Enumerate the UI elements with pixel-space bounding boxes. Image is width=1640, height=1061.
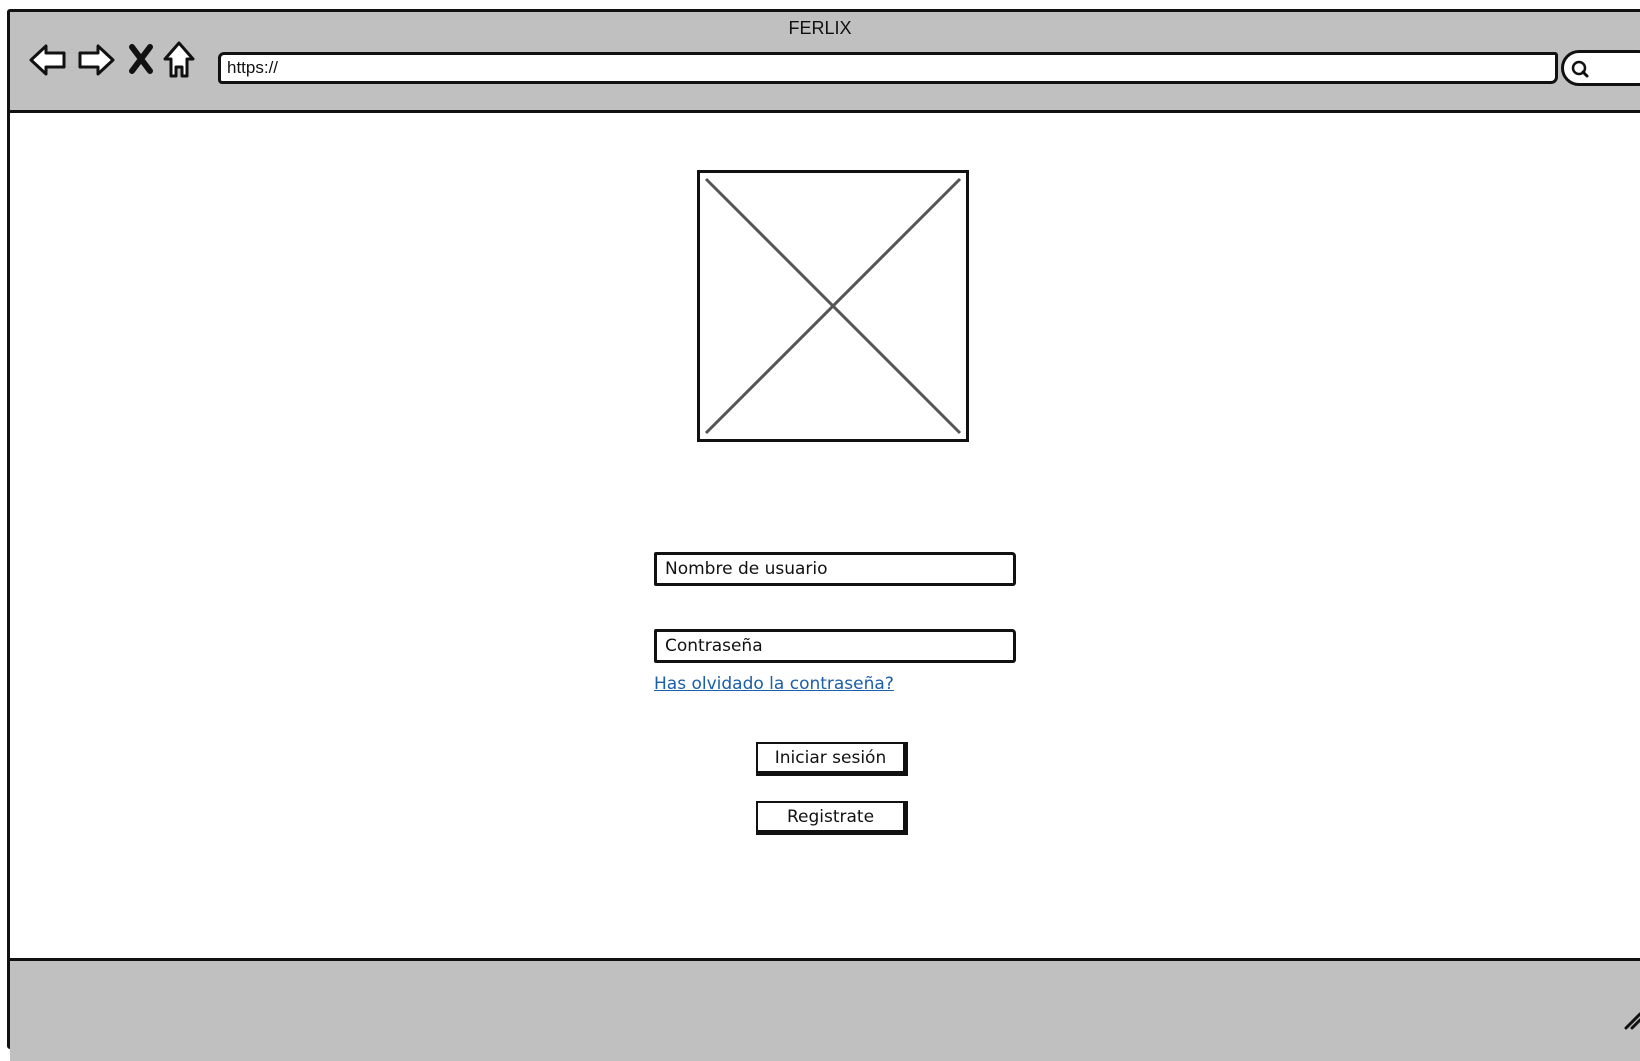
register-button[interactable]: Registrate [756,801,908,835]
login-button[interactable]: Iniciar sesión [756,742,908,776]
browser-toolbar: FERLIX https:// [10,12,1640,113]
search-icon [1571,60,1589,78]
stop-icon[interactable] [128,44,154,78]
forward-arrow-icon[interactable] [76,42,116,82]
search-box[interactable] [1561,50,1640,86]
username-field[interactable]: Nombre de usuario [654,552,1016,586]
forgot-password-link[interactable]: Has olvidado la contraseña? [654,674,894,694]
status-bar [10,958,1640,1061]
home-icon[interactable] [162,40,196,84]
password-field[interactable]: Contraseña [654,629,1016,663]
browser-window: FERLIX https:// Nombre de usuario Contra… [7,9,1640,1061]
address-bar[interactable]: https:// [218,52,1558,84]
resize-handle-icon[interactable] [1624,1000,1640,1034]
window-title: FERLIX [788,18,852,38]
back-arrow-icon[interactable] [28,42,68,82]
logo-image-placeholder [697,170,969,442]
